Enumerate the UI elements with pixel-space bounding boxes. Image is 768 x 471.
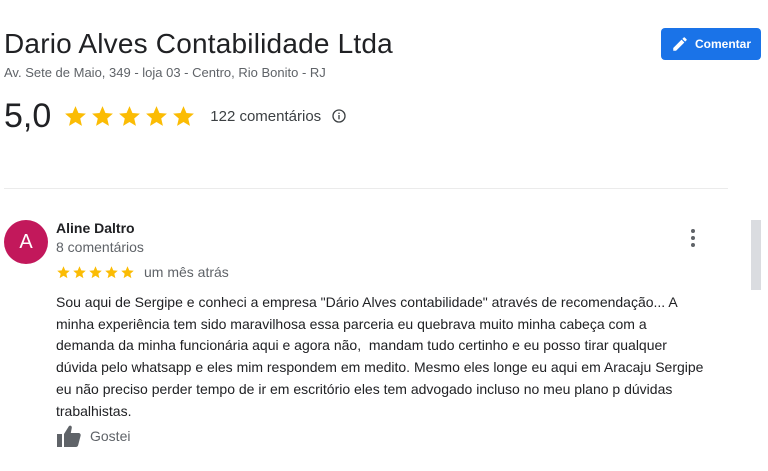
star-icon [65,105,87,126]
business-name: Dario Alves Contabilidade Ltda [4,28,393,59]
star-icon [92,105,114,126]
pencil-icon [673,37,687,51]
review-count[interactable]: 122 comentários [210,108,321,125]
comment-button[interactable]: Comentar [661,28,761,60]
review-author-meta: 8 comentários [56,239,144,255]
star-icon [121,265,134,278]
star-icon [119,105,141,126]
review-rating: um mês atrás [56,264,229,280]
star-icon [57,265,70,278]
business-address: Av. Sete de Maio, 349 - loja 03 - Centro… [4,65,326,80]
review-author-name[interactable]: Aline Daltro [56,220,135,236]
star-icon [105,265,118,278]
rating-value: 5,0 [4,97,52,135]
more-vert-icon [691,229,695,233]
rating-summary: 5,0 122 comentários [4,96,347,136]
star-icon [173,105,195,126]
star-icon [146,105,168,126]
more-options-button[interactable] [682,226,704,250]
like-button[interactable]: Gostei [56,424,130,448]
scrollbar-thumb[interactable] [751,220,761,290]
info-icon[interactable] [331,108,347,124]
review-stars [56,265,135,280]
review-date: um mês atrás [144,264,229,280]
review-text: Sou aqui de Sergipe e conheci a empresa … [56,294,704,419]
thumbs-up-icon [57,425,81,447]
avatar[interactable]: A [4,220,48,264]
rating-stars [63,104,196,129]
comment-button-label: Comentar [694,37,751,51]
section-divider [4,188,728,189]
star-icon [89,265,102,278]
like-label: Gostei [90,428,131,444]
star-icon [73,265,86,278]
